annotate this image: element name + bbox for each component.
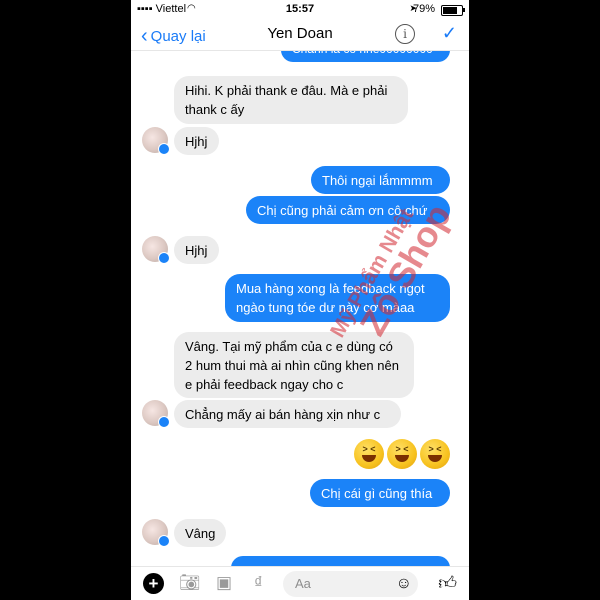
- thumbs-up-icon[interactable]: 👍︎: [438, 572, 457, 594]
- message-bubble-incoming: Hihi. K phải thank e đâu. Mà e phải than…: [174, 76, 408, 124]
- message-bubble-outgoing: Chanh là có nhé00000000: [281, 50, 450, 62]
- phone-screen: ▪▪▪▪ Viettel ◠ 15:57 ➤ 79% ‹ Quay lại Yen…: [131, 0, 469, 600]
- checkmark-icon[interactable]: ✓: [442, 23, 457, 44]
- plus-icon[interactable]: +: [143, 573, 164, 594]
- info-button[interactable]: i: [395, 24, 415, 44]
- smile-icon[interactable]: ☺: [396, 575, 412, 593]
- message-bubble-incoming: Chẳng mấy ai bán hàng xịn như c: [174, 400, 401, 428]
- status-bar: ▪▪▪▪ Viettel ◠ 15:57 ➤ 79%: [131, 0, 469, 18]
- image-icon[interactable]: ▣: [216, 573, 232, 593]
- message-bubble-outgoing-partial: [231, 556, 450, 566]
- avatar[interactable]: [142, 236, 170, 264]
- message-list[interactable]: Chanh là có nhé00000000 Hihi. K phải tha…: [131, 50, 469, 566]
- avatar[interactable]: [142, 519, 170, 547]
- avatar[interactable]: [142, 400, 170, 428]
- battery-icon: [441, 5, 465, 16]
- navigation-bar: ‹ Quay lại Yen Doan i ✓: [131, 18, 469, 51]
- avatar[interactable]: [142, 127, 170, 155]
- laughing-squint-emoji: [420, 439, 450, 469]
- message-bubble-incoming: Hjhj: [174, 236, 219, 264]
- battery-percent: 79%: [412, 3, 435, 15]
- message-bubble-outgoing: Thôi ngại lắmmmm: [311, 166, 450, 194]
- dong-icon[interactable]: ₫: [254, 573, 263, 593]
- message-bubble-incoming: Hjhj: [174, 127, 219, 155]
- laughing-squint-emoji: [354, 439, 384, 469]
- message-bubble-incoming: Vâng: [174, 519, 226, 547]
- contact-name: Yen Doan: [267, 25, 333, 42]
- composer-toolbar: + 📷︎ ▣ ₫ Aa ☺ 👍︎: [131, 566, 469, 600]
- message-input[interactable]: Aa ☺: [283, 571, 418, 597]
- camera-icon[interactable]: 📷︎: [179, 573, 201, 593]
- input-placeholder: Aa: [295, 576, 311, 591]
- message-bubble-outgoing: Chị cũng phải cảm ơn cô chứ: [246, 196, 450, 224]
- message-bubble-incoming: Vâng. Tại mỹ phẩm của c e dùng có 2 hum …: [174, 332, 414, 398]
- message-bubble-outgoing: Mua hàng xong là feedback ngọt ngào tung…: [225, 274, 450, 322]
- laughing-squint-emoji: [387, 439, 417, 469]
- message-bubble-outgoing: Chị cái gì cũng thía: [310, 479, 450, 507]
